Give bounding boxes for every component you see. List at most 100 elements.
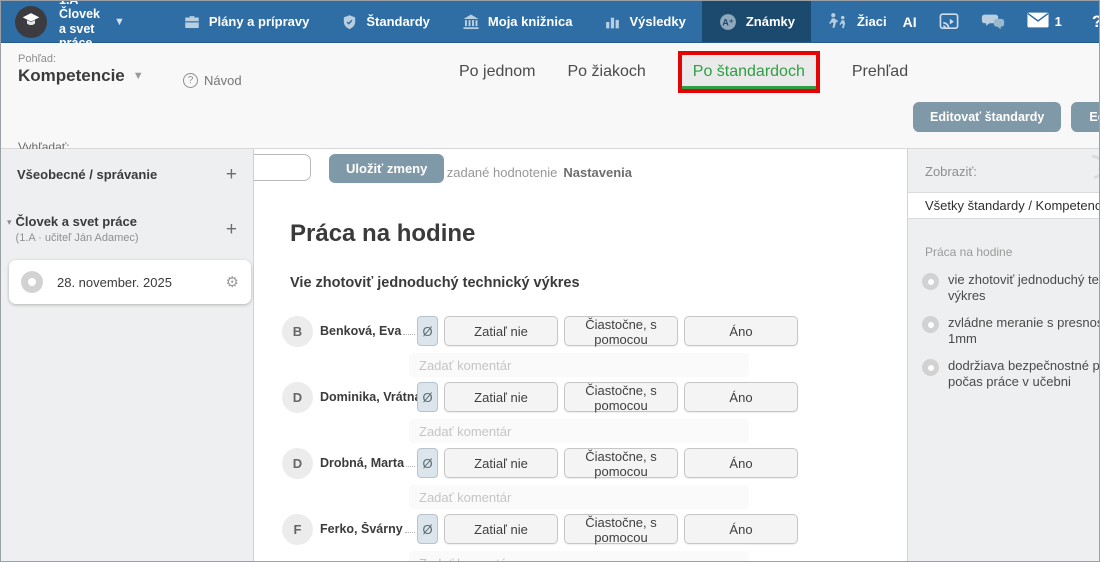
rating-null-button[interactable]: Ø <box>417 316 438 346</box>
question-mark-icon: ? <box>1092 12 1100 32</box>
standard-title: Vie zhotoviť jednoduchý technický výkres <box>290 275 907 291</box>
sidebar-item-vseobecne[interactable]: Všeobecné / správanie + <box>17 165 237 184</box>
tab-po-standardoch[interactable]: Po štandardoch <box>682 55 816 89</box>
rating-zatial-nie-button[interactable]: Zatiaľ nie <box>444 316 558 346</box>
avatar: F <box>282 514 313 545</box>
record-dot-icon <box>922 359 939 376</box>
nav-item-ziaci[interactable]: Žiaci <box>811 1 903 42</box>
help-circle-icon: ? <box>183 73 198 88</box>
rating-zatial-nie-button[interactable]: Zatiaľ nie <box>444 448 558 478</box>
edit-standards-button[interactable]: Editovať štandardy <box>913 102 1061 132</box>
standards-list: vie zhotoviť jednoduchý technický výkres… <box>908 272 1100 390</box>
student-row: D Drobná, Marta Ø Zatiaľ nie Čiastočne, … <box>268 445 907 511</box>
record-dot-icon <box>21 271 43 293</box>
rating-null-button[interactable]: Ø <box>417 382 438 412</box>
class-subject-selector[interactable]: 1.A Človek a svet práce ▼ <box>1 1 125 42</box>
lesson-date-label: 28. november. 2025 <box>57 275 172 290</box>
sidebar-group-text: Človek a svet práce (1.A · učiteľ Ján Ad… <box>16 214 139 244</box>
standards-filter-select[interactable]: Všetky štandardy / Kompetencie <box>908 192 1100 219</box>
rating-ciastocne-button[interactable]: Čiastočne, s pomocou <box>564 382 678 412</box>
rating-ciastocne-button[interactable]: Čiastočne, s pomocou <box>564 514 678 544</box>
top-navbar: 1.A Človek a svet práce ▼ Plány a prípra… <box>1 1 1099 43</box>
view-selector[interactable]: Kompetencie ▼ <box>18 66 144 86</box>
tab-po-ziakoch[interactable]: Po žiakoch <box>568 63 646 81</box>
save-changes-button[interactable]: Uložiť zmeny <box>329 154 444 183</box>
screencast-icon[interactable] <box>939 13 959 31</box>
view-label: Pohľad: <box>18 53 56 65</box>
rating-ciastocne-button[interactable]: Čiastočne, s pomocou <box>564 316 678 346</box>
grade-a-plus-icon: A⁺ <box>718 12 738 32</box>
comment-input[interactable] <box>409 485 749 509</box>
comment-input[interactable] <box>409 353 749 377</box>
chevron-down-icon: ▼ <box>114 16 125 28</box>
rating-ciastocne-button[interactable]: Čiastočne, s pomocou <box>564 448 678 478</box>
tab-prehlad[interactable]: Prehľad <box>852 63 908 81</box>
students-walking-icon <box>827 12 849 31</box>
app-window: 1.A Človek a svet práce ▼ Plány a prípra… <box>0 0 1100 562</box>
lesson-date-card[interactable]: 28. november. 2025 ⚙ <box>9 260 251 304</box>
briefcase-icon <box>183 13 201 31</box>
standard-item[interactable]: dodržiava bezpečnostné pravidlá počas pr… <box>908 358 1100 390</box>
student-row: F Ferko, Švárny Ø Zatiaľ nie Čiastočne, … <box>268 511 907 562</box>
student-name: Ferko, Švárny <box>320 522 403 536</box>
app-logo[interactable] <box>15 6 47 38</box>
nav-item-label: Známky <box>746 14 795 29</box>
edit-button-clipped[interactable]: Editova <box>1071 102 1100 132</box>
show-label: Zobraziť: <box>925 164 1100 179</box>
rating-ano-button[interactable]: Áno <box>684 514 798 544</box>
rating-null-button[interactable]: Ø <box>417 514 438 544</box>
nav-item-label: Žiaci <box>857 14 887 29</box>
standard-item[interactable]: vie zhotoviť jednoduchý technický výkres <box>908 272 1100 304</box>
nav-item-znamky[interactable]: A⁺ Známky <box>702 1 811 42</box>
nav-item-plany-a-pripravy[interactable]: Plány a prípravy <box>167 1 325 42</box>
sidebar-group-clovek-a-svet-prace[interactable]: ▾ Človek a svet práce (1.A · učiteľ Ján … <box>7 214 237 244</box>
dotted-leader <box>403 325 415 335</box>
svg-text:A⁺: A⁺ <box>722 17 734 27</box>
standard-item-label: zvládne meranie s presnosťou 1mm <box>948 315 1100 347</box>
shield-check-icon <box>341 13 358 31</box>
nav-item-moja-kniznica[interactable]: Moja knižnica <box>446 1 589 42</box>
nav-item-label: Plány a prípravy <box>209 14 309 29</box>
mail-badge: 1 <box>1055 14 1062 29</box>
rating-zatial-nie-button[interactable]: Zatiaľ nie <box>444 382 558 412</box>
rating-zatial-nie-button[interactable]: Zatiaľ nie <box>444 514 558 544</box>
ai-label: AI <box>903 14 917 30</box>
plus-icon[interactable]: + <box>226 165 237 184</box>
page-header: Pohľad: Kompetencie ▼ ? Návod Po jednom … <box>1 43 1099 149</box>
nav-item-vysledky[interactable]: Výsledky <box>588 1 701 42</box>
rating-ano-button[interactable]: Áno <box>684 382 798 412</box>
tab-po-jednom[interactable]: Po jednom <box>459 63 536 81</box>
dotted-leader <box>406 457 415 467</box>
standard-item[interactable]: zvládne meranie s presnosťou 1mm <box>908 315 1100 347</box>
gear-icon[interactable]: ⚙ <box>226 273 239 291</box>
rating-ano-button[interactable]: Áno <box>684 448 798 478</box>
ai-button[interactable]: AI <box>903 14 917 30</box>
nav-item-standardy[interactable]: Štandardy <box>325 1 446 42</box>
view-value: Kompetencie <box>18 66 125 86</box>
comment-input[interactable] <box>409 419 749 443</box>
student-row: B Benková, Eva Ø Zatiaľ nie Čiastočne, s… <box>268 313 907 379</box>
view-tabs: Po jednom Po žiakoch Po štandardoch Preh… <box>459 43 908 101</box>
student-list: B Benková, Eva Ø Zatiaľ nie Čiastočne, s… <box>268 313 907 562</box>
guide-link[interactable]: ? Návod <box>183 73 242 88</box>
chat-icon[interactable] <box>981 12 1005 31</box>
rating-null-button[interactable]: Ø <box>417 448 438 478</box>
sidebar-item-label: Všeobecné / správanie <box>17 167 157 182</box>
plus-icon[interactable]: + <box>226 220 237 239</box>
rating-ano-button[interactable]: Áno <box>684 316 798 346</box>
help-button[interactable]: ? Pomoc <box>1092 12 1100 32</box>
left-sidebar: Všeobecné / správanie + ▾ Človek a svet … <box>1 149 254 562</box>
nav-item-label: Výsledky <box>629 14 685 29</box>
settings-link[interactable]: Nastavenia <box>563 165 632 180</box>
avatar: D <box>282 382 313 413</box>
standard-item-label: dodržiava bezpečnostné pravidlá počas pr… <box>948 358 1100 390</box>
sidebar-group-subtitle: (1.A · učiteľ Ján Adamec) <box>16 232 139 244</box>
envelope-icon <box>1027 12 1049 31</box>
comment-input[interactable] <box>409 551 749 562</box>
chevron-down-icon: ▼ <box>133 70 144 82</box>
nav-menu: Plány a prípravy Štandardy Moja knižnica… <box>167 1 903 42</box>
mail-button[interactable]: 1 <box>1027 12 1062 31</box>
right-sidebar: Zobraziť: Všetky štandardy / Kompetencie… <box>907 149 1100 562</box>
caret-down-icon: ▾ <box>7 217 12 244</box>
record-dot-icon <box>922 316 939 333</box>
